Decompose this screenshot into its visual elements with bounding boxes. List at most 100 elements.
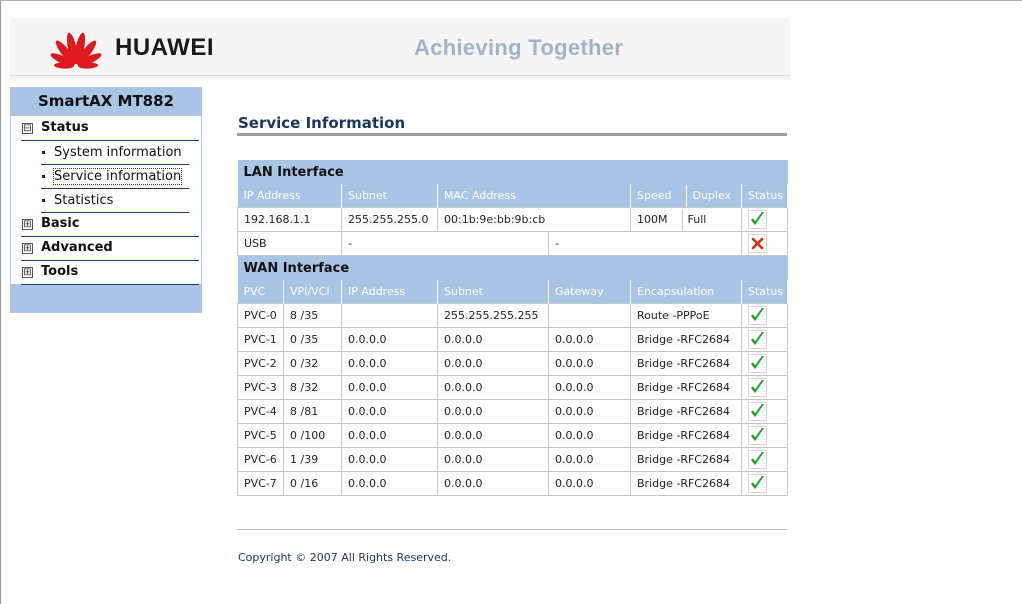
wan-vpivci: 8 /35 [283,303,342,328]
wan-status [740,399,789,424]
bullet-icon [42,175,45,178]
title-divider [237,133,787,136]
sidebar-group-status[interactable]: ⊟ Status [21,117,199,141]
sidebar-group-basic[interactable]: ⊞ Basic [21,213,199,237]
wan-subnet: 255.255.255.255 [437,303,549,328]
wan-encap: Bridge -RFC2684 [630,399,742,424]
lan-duplex: Full [687,212,707,226]
wan-gateway: 0.0.0.0 [548,351,631,376]
wan-vpivci: 0 /35 [283,327,342,352]
wan-status [740,471,789,496]
table-row: PVC-2 0 /32 0.0.0.0 0.0.0.0 0.0.0.0 Bridge -R… [237,351,789,376]
wan-status [740,423,789,448]
column-header: Status [741,184,789,208]
wan-gateway: 0.0.0.0 [548,447,631,472]
expand-icon[interactable]: ⊞ [22,267,33,278]
wan-ip: 0.0.0.0 [341,399,438,424]
wan-gateway: 0.0.0.0 [548,399,631,424]
wan-encap: Bridge -RFC2684 [630,375,742,400]
wan-gateway [548,303,631,328]
lan-status [740,207,789,232]
wan-pvc: PVC-4 [237,399,284,424]
wan-status [740,351,789,376]
lan-section-header: LAN Interface [237,160,788,184]
check-icon [748,330,767,349]
brand-name: HUAWEI [115,34,214,61]
sidebar-group-label: Status [41,120,89,135]
check-icon [748,354,767,373]
header-speed: Speed [637,188,672,202]
lan-speed: 100M [637,212,668,226]
lan-mac: - [548,231,742,256]
page-title: Service Information [238,114,406,132]
window-left-border [0,0,1,604]
sidebar: SmartAX MT882 ⊟ Status System informatio… [10,87,202,313]
column-header: IP Address [341,280,438,304]
bullet-icon [42,151,45,154]
table-row: PVC-3 8 /32 0.0.0.0 0.0.0.0 0.0.0.0 Bridge -R… [237,375,789,400]
column-header: MAC Address [437,184,631,208]
sidebar-item-system-information[interactable]: System information [41,141,189,165]
wan-subnet: 0.0.0.0 [437,447,549,472]
wan-subnet: 0.0.0.0 [437,471,549,496]
column-header: PVC [237,280,284,304]
wan-vpivci: 0 /100 [283,423,342,448]
check-icon [748,402,767,421]
header-duplex: Duplex [692,188,732,202]
sidebar-menu: ⊟ Status System information Service info… [11,116,201,285]
sidebar-group-label: Tools [41,264,79,279]
sidebar-group-advanced[interactable]: ⊞ Advanced [21,237,199,261]
wan-vpivci: 8 /81 [283,399,342,424]
device-model-title: SmartAX MT882 [38,92,174,110]
check-icon [748,378,767,397]
wan-encap: Bridge -RFC2684 [630,327,742,352]
expand-icon[interactable]: ⊞ [22,243,33,254]
column-header: IP Address [237,184,342,208]
cross-icon [748,234,767,253]
wan-subnet: 0.0.0.0 [437,327,549,352]
lan-status [740,231,789,256]
wan-pvc: PVC-6 [237,447,284,472]
wan-status [740,375,789,400]
expand-icon[interactable]: ⊞ [22,219,33,230]
footer-divider [237,529,787,530]
wan-pvc: PVC-3 [237,375,284,400]
wan-pvc: PVC-7 [237,471,284,496]
lan-ip: 192.168.1.1 [237,207,342,232]
sidebar-item-statistics[interactable]: Statistics [41,189,189,213]
bullet-icon [42,199,45,202]
wan-encap: Bridge -RFC2684 [630,423,742,448]
wan-ip: 0.0.0.0 [341,375,438,400]
wan-gateway: 0.0.0.0 [548,327,631,352]
column-header: Speed Duplex [630,184,742,208]
tagline: Achieving Together [414,35,624,60]
wan-section-title: WAN Interface [237,255,788,280]
collapse-icon[interactable]: ⊟ [22,123,33,134]
wan-vpivci: 8 /32 [283,375,342,400]
check-icon [748,210,767,229]
check-icon [748,450,767,469]
check-icon [748,426,767,445]
window-top-border [0,0,1022,1]
wan-ip: 0.0.0.0 [341,423,438,448]
wan-gateway: 0.0.0.0 [548,375,631,400]
column-header: Gateway [548,280,631,304]
wan-ip: 0.0.0.0 [341,471,438,496]
sidebar-item-label: System information [54,145,182,160]
column-header: VPI/VCI [283,280,342,304]
table-row: PVC-6 1 /39 0.0.0.0 0.0.0.0 0.0.0.0 Bridge -R… [237,447,789,472]
sidebar-group-tools[interactable]: ⊞ Tools [21,261,199,285]
wan-subnet: 0.0.0.0 [437,399,549,424]
wan-section-header: WAN Interface [237,255,788,280]
lan-speed-duplex: 100M Full [630,207,742,232]
wan-pvc: PVC-5 [237,423,284,448]
huawei-logo-icon [50,32,102,69]
sidebar-item-service-information[interactable]: Service information [41,165,189,189]
service-info-table: LAN Interface IP Address Subnet MAC Addr… [237,160,789,496]
sidebar-group-label: Advanced [41,240,113,255]
header-divider [10,75,790,76]
column-header: Subnet [437,280,549,304]
table-row: PVC-4 8 /81 0.0.0.0 0.0.0.0 0.0.0.0 Bridge -R… [237,399,789,424]
wan-subnet: 0.0.0.0 [437,423,549,448]
wan-status [740,327,789,352]
